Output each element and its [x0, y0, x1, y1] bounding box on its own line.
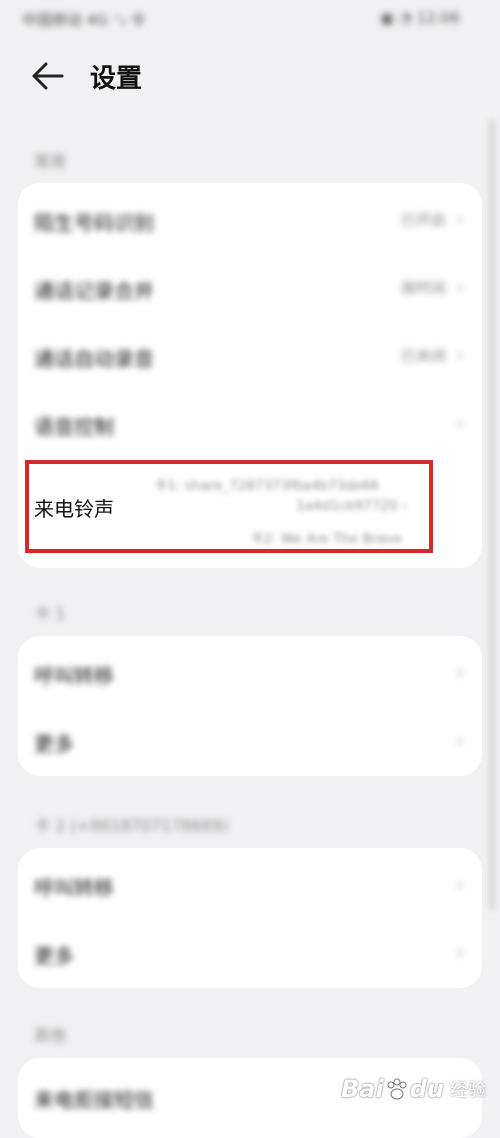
chevron-right-icon: › — [456, 940, 464, 964]
watermark-text: 经验 — [450, 1080, 486, 1101]
ringtone-sim1-cont: 1a4d1cb97720 › — [296, 498, 408, 514]
row-sim2-more[interactable]: 更多 › — [18, 918, 482, 986]
chevron-right-icon: › — [456, 728, 464, 752]
section-label-sim1: 卡 1 — [34, 604, 66, 623]
baidu-watermark: Bai du 经验 — [341, 1075, 486, 1103]
paw-icon — [387, 1078, 407, 1100]
row-value: 已关闭 — [400, 347, 446, 365]
row-label: 陌生号码识别 — [34, 211, 154, 235]
battery-time: ▣ ◔ 12:06 — [379, 9, 460, 27]
back-arrow-icon[interactable] — [30, 60, 66, 92]
row-label: 通话自动录音 — [34, 347, 154, 371]
chevron-right-icon: › — [456, 872, 464, 896]
ringtone-label: 来电铃声 — [34, 497, 114, 521]
row-sim2-call-forward[interactable]: 呼叫转移 › — [18, 850, 482, 918]
row-label: 通话记录合并 — [34, 279, 154, 303]
section-label-other: 其他 — [34, 1026, 67, 1045]
scrollbar[interactable] — [490, 120, 494, 910]
row-unknown-number-id[interactable]: 陌生号码识别 已开启 › — [18, 185, 482, 253]
row-label: 来电拒接短信 — [34, 1088, 154, 1112]
chevron-right-icon: › — [456, 207, 464, 231]
carrier-signal: 中国移动 4G ⁺ᵢₗ 令 — [22, 11, 146, 29]
ringtone-sim2: 卡2: We Are The Brave — [250, 531, 402, 547]
row-label: 更多 — [34, 944, 74, 968]
chevron-right-icon: › — [456, 343, 464, 367]
row-label: 呼叫转移 — [34, 876, 114, 900]
row-call-log-merge[interactable]: 通话记录合并 按时间 › — [18, 253, 482, 321]
row-sim1-call-forward[interactable]: 呼叫转移 › — [18, 638, 482, 706]
chevron-right-icon: › — [456, 660, 464, 684]
row-label: 语音控制 — [34, 415, 114, 439]
section-label-general: 常用 — [34, 152, 67, 171]
row-value: 按时间 — [400, 279, 446, 297]
sim1-card: 呼叫转移 › 更多 › — [18, 636, 482, 776]
app-header: 设置 — [0, 48, 500, 108]
row-label: 呼叫转移 — [34, 664, 114, 688]
row-label: 更多 — [34, 732, 74, 756]
row-value: 已开启 — [400, 211, 446, 229]
ringtone-sim1: 卡1: share_7287373f6a4b73de66 — [154, 478, 380, 494]
watermark-logo: Bai du — [341, 1075, 444, 1103]
chevron-right-icon: › — [456, 275, 464, 299]
section-label-sim2: 卡 2 (+8618707178669) — [34, 816, 229, 835]
sim2-card: 呼叫转移 › 更多 › — [18, 848, 482, 988]
row-voice-control[interactable]: 语音控制 › — [18, 389, 482, 457]
status-bar: 中国移动 4G ⁺ᵢₗ 令 ▣ ◔ 12:06 — [0, 0, 500, 40]
row-sim1-more[interactable]: 更多 › — [18, 706, 482, 774]
page-title: 设置 — [90, 64, 143, 94]
chevron-right-icon: › — [456, 411, 464, 435]
row-auto-record[interactable]: 通话自动录音 已关闭 › — [18, 321, 482, 389]
